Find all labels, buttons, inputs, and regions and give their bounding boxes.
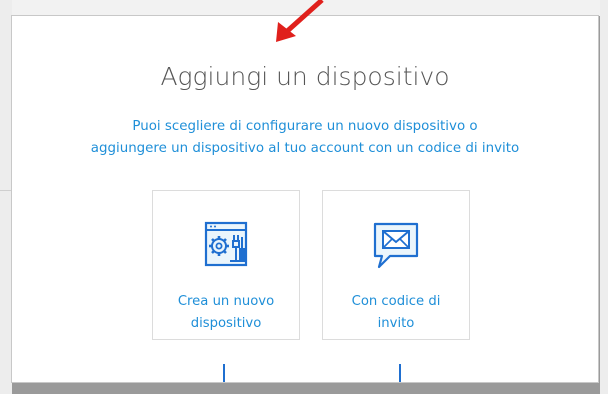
create-label-line-2: dispositivo — [190, 316, 262, 331]
dialog-title: Aggiungi un dispositivo — [160, 62, 450, 91]
add-device-dialog: Aggiungi un dispositivo Puoi scegliere d… — [12, 16, 598, 382]
invite-code-label: Con codice di invito — [329, 291, 463, 335]
envelope-message-icon — [323, 219, 469, 271]
dialog-subtitle: Puoi scegliere di configurare un nuovo d… — [32, 116, 578, 160]
background-page-left — [0, 0, 12, 394]
create-label-line-1: Crea un nuovo — [177, 294, 275, 309]
device-settings-icon — [153, 219, 299, 271]
create-new-device-option[interactable]: Crea un nuovo dispositivo — [152, 190, 300, 340]
dialog-subtitle-line-1: Puoi scegliere di configurare un nuovo d… — [132, 119, 478, 134]
invite-label-line-1: Con codice di — [351, 294, 441, 309]
background-divider — [0, 190, 12, 191]
invite-option-connector — [399, 364, 401, 382]
background-page-right — [600, 0, 608, 394]
invite-code-option[interactable]: Con codice di invito — [322, 190, 470, 340]
invite-label-line-2: invito — [377, 316, 415, 331]
dialog-subtitle-line-2: aggiungere un dispositivo al tuo account… — [90, 141, 520, 156]
create-option-connector — [223, 364, 225, 382]
create-new-device-label: Crea un nuovo dispositivo — [159, 291, 293, 335]
red-arrow-icon — [276, 0, 324, 42]
